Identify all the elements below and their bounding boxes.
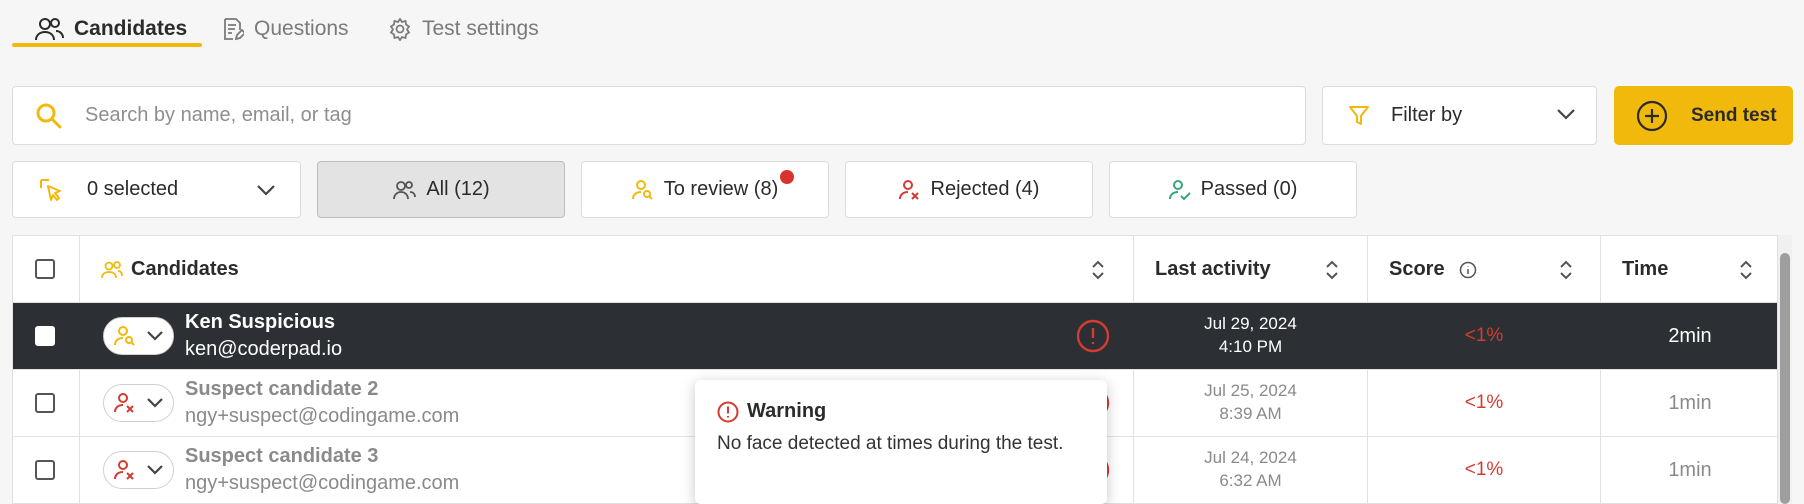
header-candidates[interactable]: Candidates — [101, 236, 239, 303]
header-label: Last activity — [1155, 258, 1271, 280]
tooltip-title: Warning — [747, 400, 827, 422]
segment-all[interactable]: All (12) — [317, 161, 565, 218]
sort-icon[interactable] — [1325, 260, 1339, 280]
send-test-label: Send test — [1691, 104, 1777, 126]
tooltip-body: No face detected at times during the tes… — [717, 433, 1064, 454]
candidate-name[interactable]: Suspect candidate 3 — [185, 445, 378, 468]
time-value: 1min — [1668, 459, 1712, 481]
header-time[interactable]: Time — [1622, 236, 1668, 303]
chevron-down-icon — [256, 183, 276, 197]
tab-questions[interactable]: Questions — [222, 10, 349, 48]
activity-time: 4:10 PM — [1218, 337, 1283, 356]
users-icon — [101, 260, 123, 280]
select-all-checkbox[interactable] — [35, 259, 55, 279]
segment-label: Rejected (4) — [930, 178, 1040, 200]
segment-rejected[interactable]: Rejected (4) — [845, 161, 1093, 218]
last-activity: Jul 24, 2024 6:32 AM — [1134, 446, 1367, 492]
row-checkbox[interactable] — [35, 393, 55, 413]
candidate-name[interactable]: Ken Suspicious — [185, 311, 335, 334]
warning-tooltip: Warning No face detected at times during… — [695, 380, 1107, 504]
tab-label: Test settings — [422, 17, 539, 40]
table-scrollbar[interactable] — [1778, 235, 1792, 504]
activity-time: 8:39 AM — [1219, 404, 1282, 423]
selected-count: 0 selected — [87, 178, 179, 200]
filter-label: Filter by — [1391, 104, 1463, 126]
search-bar[interactable] — [12, 86, 1306, 145]
row-checkbox[interactable] — [35, 460, 55, 480]
cursor-select-icon — [39, 178, 63, 202]
time-value: 2min — [1668, 325, 1712, 347]
active-tab-indicator — [12, 43, 202, 47]
user-search-icon — [631, 179, 654, 201]
search-icon — [35, 102, 63, 130]
chevron-down-icon — [146, 464, 164, 476]
gear-icon — [388, 17, 412, 41]
segment-label: All (12) — [426, 178, 490, 200]
status-dropdown[interactable] — [103, 384, 174, 422]
users-icon — [34, 16, 64, 42]
activity-date: Jul 29, 2024 — [1204, 314, 1297, 333]
filter-dropdown[interactable]: Filter by — [1322, 86, 1597, 145]
segment-passed[interactable]: Passed (0) — [1109, 161, 1357, 218]
plus-circle-icon — [1636, 100, 1668, 132]
table-header: Candidates Last activity Score Time — [13, 236, 1777, 303]
tab-label: Questions — [254, 17, 349, 40]
scrollbar-thumb[interactable] — [1780, 253, 1790, 504]
tab-label: Candidates — [74, 17, 188, 40]
status-dropdown[interactable] — [103, 317, 174, 355]
chevron-down-icon — [146, 330, 164, 342]
candidate-email: ngy+suspect@codingame.com — [185, 405, 460, 427]
last-activity: Jul 29, 2024 4:10 PM — [1134, 312, 1367, 358]
header-last-activity[interactable]: Last activity — [1155, 236, 1271, 303]
chevron-down-icon — [146, 397, 164, 409]
status-dropdown[interactable] — [103, 451, 174, 489]
row-checkbox[interactable] — [35, 326, 55, 346]
activity-date: Jul 24, 2024 — [1204, 448, 1297, 467]
user-search-icon — [114, 325, 136, 347]
last-activity: Jul 25, 2024 8:39 AM — [1134, 379, 1367, 425]
sort-icon[interactable] — [1559, 260, 1573, 280]
sort-icon[interactable] — [1739, 260, 1753, 280]
user-x-icon — [114, 459, 136, 481]
info-icon[interactable] — [1459, 261, 1477, 279]
sort-icon[interactable] — [1091, 260, 1105, 280]
bulk-select-dropdown[interactable]: 0 selected — [12, 161, 301, 218]
user-check-icon — [1168, 179, 1191, 201]
alert-icon — [717, 401, 739, 423]
score-value: <1% — [1464, 392, 1504, 413]
search-input[interactable] — [85, 104, 1185, 127]
user-x-icon — [114, 392, 136, 414]
users-icon — [392, 179, 417, 201]
time-value: 1min — [1668, 392, 1712, 414]
score-value: <1% — [1464, 459, 1504, 480]
header-label: Time — [1622, 258, 1669, 280]
funnel-icon — [1347, 104, 1371, 128]
header-label: Score — [1389, 258, 1445, 280]
send-test-button[interactable]: Send test — [1614, 86, 1793, 145]
activity-time: 6:32 AM — [1219, 471, 1282, 490]
candidate-name[interactable]: Suspect candidate 2 — [185, 378, 378, 401]
candidate-email: ngy+suspect@codingame.com — [185, 472, 460, 494]
header-score[interactable]: Score — [1389, 236, 1477, 303]
user-x-icon — [898, 179, 921, 201]
table-row[interactable]: Ken Suspicious ken@coderpad.io Jul 29, 2… — [13, 303, 1777, 370]
header-label: Candidates — [131, 258, 239, 280]
tab-test-settings[interactable]: Test settings — [388, 10, 539, 48]
chevron-down-icon — [1556, 107, 1576, 121]
activity-date: Jul 25, 2024 — [1204, 381, 1297, 400]
segment-label: Passed (0) — [1200, 178, 1298, 200]
segment-label: To review (8) — [663, 178, 779, 200]
segment-to-review[interactable]: To review (8) — [581, 161, 829, 218]
candidate-email: ken@coderpad.io — [185, 338, 343, 360]
score-value: <1% — [1464, 325, 1504, 346]
alert-icon[interactable] — [1076, 319, 1110, 353]
document-edit-icon — [222, 17, 244, 41]
notification-dot — [780, 170, 794, 184]
